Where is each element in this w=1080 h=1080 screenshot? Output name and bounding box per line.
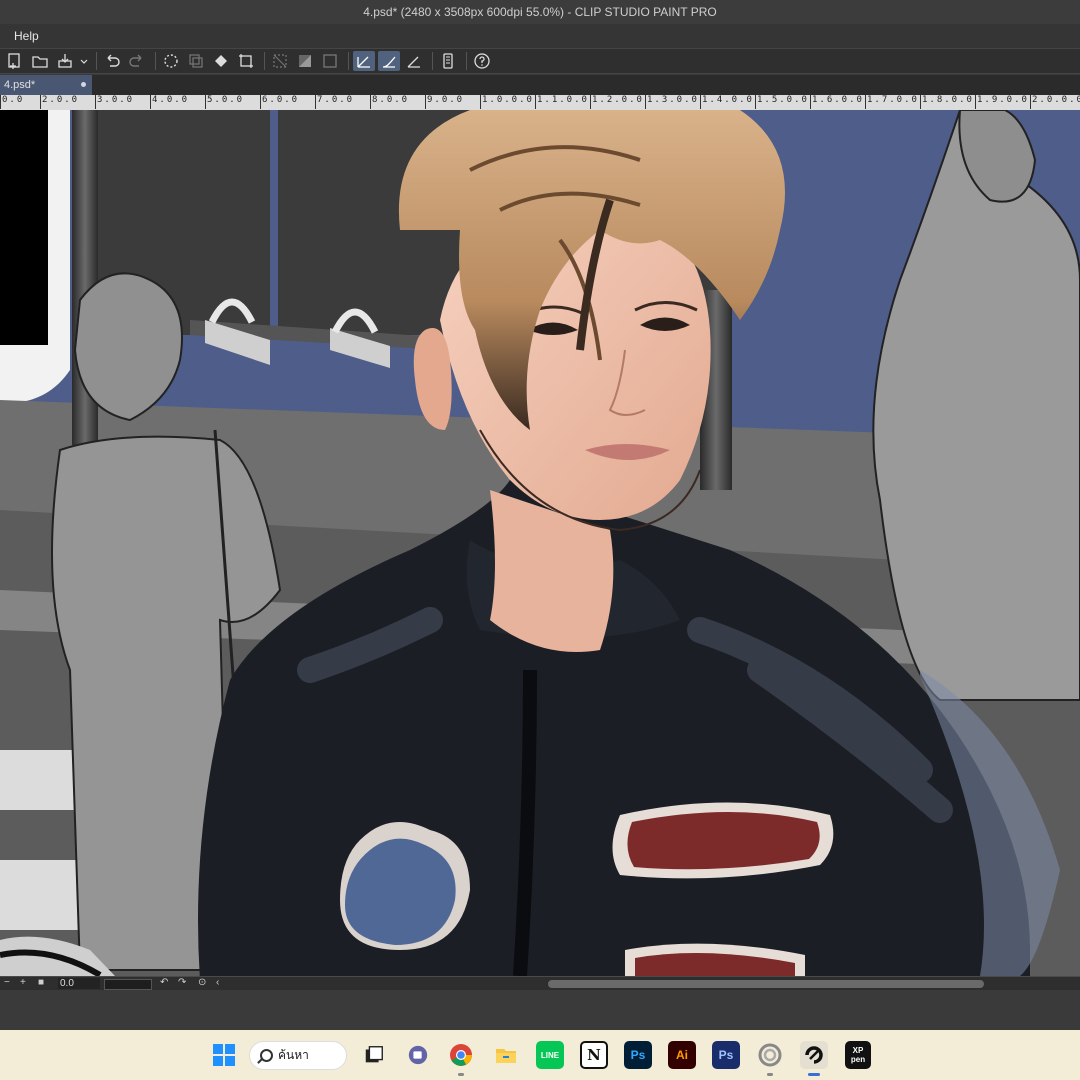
ruler-tick: 1.6.0.0 [810,95,864,109]
rotate-left-icon[interactable]: ↶ [160,977,168,988]
command-bar [0,48,1080,74]
device-icon[interactable] [437,51,459,71]
help-icon[interactable] [471,51,493,71]
horizontal-scrollbar[interactable] [548,980,984,988]
fill-bucket-icon[interactable] [210,51,232,71]
save-icon[interactable] [54,51,76,71]
brush-snap-icon[interactable] [378,51,400,71]
ruler-tick: 9.0.0 [424,95,465,109]
photoshop-alt-icon[interactable]: Ps [712,1041,740,1069]
zoom-slider[interactable] [104,979,152,990]
scroll-left-icon[interactable]: ‹ [216,977,219,988]
ruler-tick: 7.0.0 [314,95,355,109]
search-icon [260,1049,273,1062]
stop-icon[interactable]: ■ [38,977,44,988]
xp-pen-icon[interactable]: XP pen [845,1041,871,1069]
selection-border-icon[interactable] [319,51,341,71]
menu-bar: Help [0,24,1080,48]
ruler-tick: 6.0.0 [259,95,300,109]
zoom-in-icon[interactable]: + [20,977,26,988]
file-explorer-icon[interactable] [492,1041,520,1069]
rotate-right-icon[interactable]: ↷ [178,977,186,988]
ruler-tick: 2.0.0.0 [1030,95,1080,109]
line-icon[interactable]: LINE [536,1041,564,1069]
search-label: ค้นหา [278,1048,309,1062]
notion-icon[interactable]: N [580,1041,608,1069]
zoom-out-icon[interactable]: − [4,977,10,988]
clip-studio-icon[interactable] [756,1041,784,1076]
window-title: 4.psd* (2480 x 3508px 600dpi 55.0%) - CL… [0,0,1080,24]
toolbar-divider [96,52,97,70]
workspace-background [0,990,1080,1030]
ruler-tick: 1.7.0.0 [865,95,919,109]
zoom-value-field[interactable]: 0.0 [58,978,100,989]
windows-taskbar: ค้นหา LINE N Ps Ai Ps XP pen [0,1030,1080,1080]
chrome-icon[interactable] [447,1041,475,1076]
toolbar-divider [155,52,156,70]
close-icon[interactable] [81,82,86,87]
chevron-down-icon[interactable] [79,51,89,71]
teams-icon[interactable] [404,1041,432,1069]
ruler-tick: 1.3.0.0 [645,95,699,109]
toolbar-divider [466,52,467,70]
document-tabs: 4.psd* [0,75,1080,95]
copy-layer-icon[interactable] [185,51,207,71]
document-tab-label: 4.psd* [4,79,36,91]
horizontal-ruler: 0.0 2.0.0 3.0.0 4.0.0 5.0.0 6.0.0 7.0.0 … [0,95,1080,111]
ruler-tick: 1.5.0.0 [755,95,809,109]
transform-icon[interactable] [235,51,257,71]
windows-start-icon[interactable] [210,1041,238,1069]
toolbar-divider [264,52,265,70]
running-indicator [458,1073,464,1076]
pen-snap-icon[interactable] [353,51,375,71]
toolbar-divider [432,52,433,70]
drawing-canvas[interactable] [0,110,1080,976]
loading-icon[interactable] [160,51,182,71]
reset-rotation-icon[interactable]: ⊙ [198,977,206,988]
ruler-tick: 1.9.0.0 [975,95,1029,109]
ruler-tick: 2.0.0 [39,95,80,109]
clip-studio-paint-icon[interactable] [800,1041,828,1076]
redo-icon[interactable] [126,51,148,71]
undo-icon[interactable] [101,51,123,71]
illustration [0,110,1080,976]
photoshop-icon[interactable]: Ps [624,1041,652,1069]
ruler-tick: 1.2.0.0 [590,95,644,109]
running-indicator [767,1073,773,1076]
toolbar-divider [348,52,349,70]
menu-help[interactable]: Help [0,29,53,43]
deselect-icon[interactable] [269,51,291,71]
ruler-tick: 5.0.0 [204,95,245,109]
ruler-tick: 4.0.0 [149,95,190,109]
ruler-tick: 1.0.0.0 [480,95,534,109]
ruler-tick: 3.0.0 [94,95,135,109]
ruler-tick: 1.4.0.0 [700,95,754,109]
ruler-tick: 1.8.0.0 [920,95,974,109]
ruler-tick: 1.1.0.0 [535,95,589,109]
status-bar: − + ■ 0.0 ↶ ↷ ⊙ ‹ [0,976,1080,991]
invert-selection-icon[interactable] [294,51,316,71]
ruler-tick: 8.0.0 [369,95,410,109]
active-indicator [808,1073,820,1076]
ruler-snap-icon[interactable] [403,51,425,71]
new-file-icon[interactable] [4,51,26,71]
open-folder-icon[interactable] [29,51,51,71]
document-tab[interactable]: 4.psd* [0,75,92,95]
task-view-icon[interactable] [360,1041,388,1069]
illustrator-icon[interactable]: Ai [668,1041,696,1069]
ruler-tick: 0.0 [0,95,25,109]
taskbar-search[interactable]: ค้นหา [249,1041,347,1070]
